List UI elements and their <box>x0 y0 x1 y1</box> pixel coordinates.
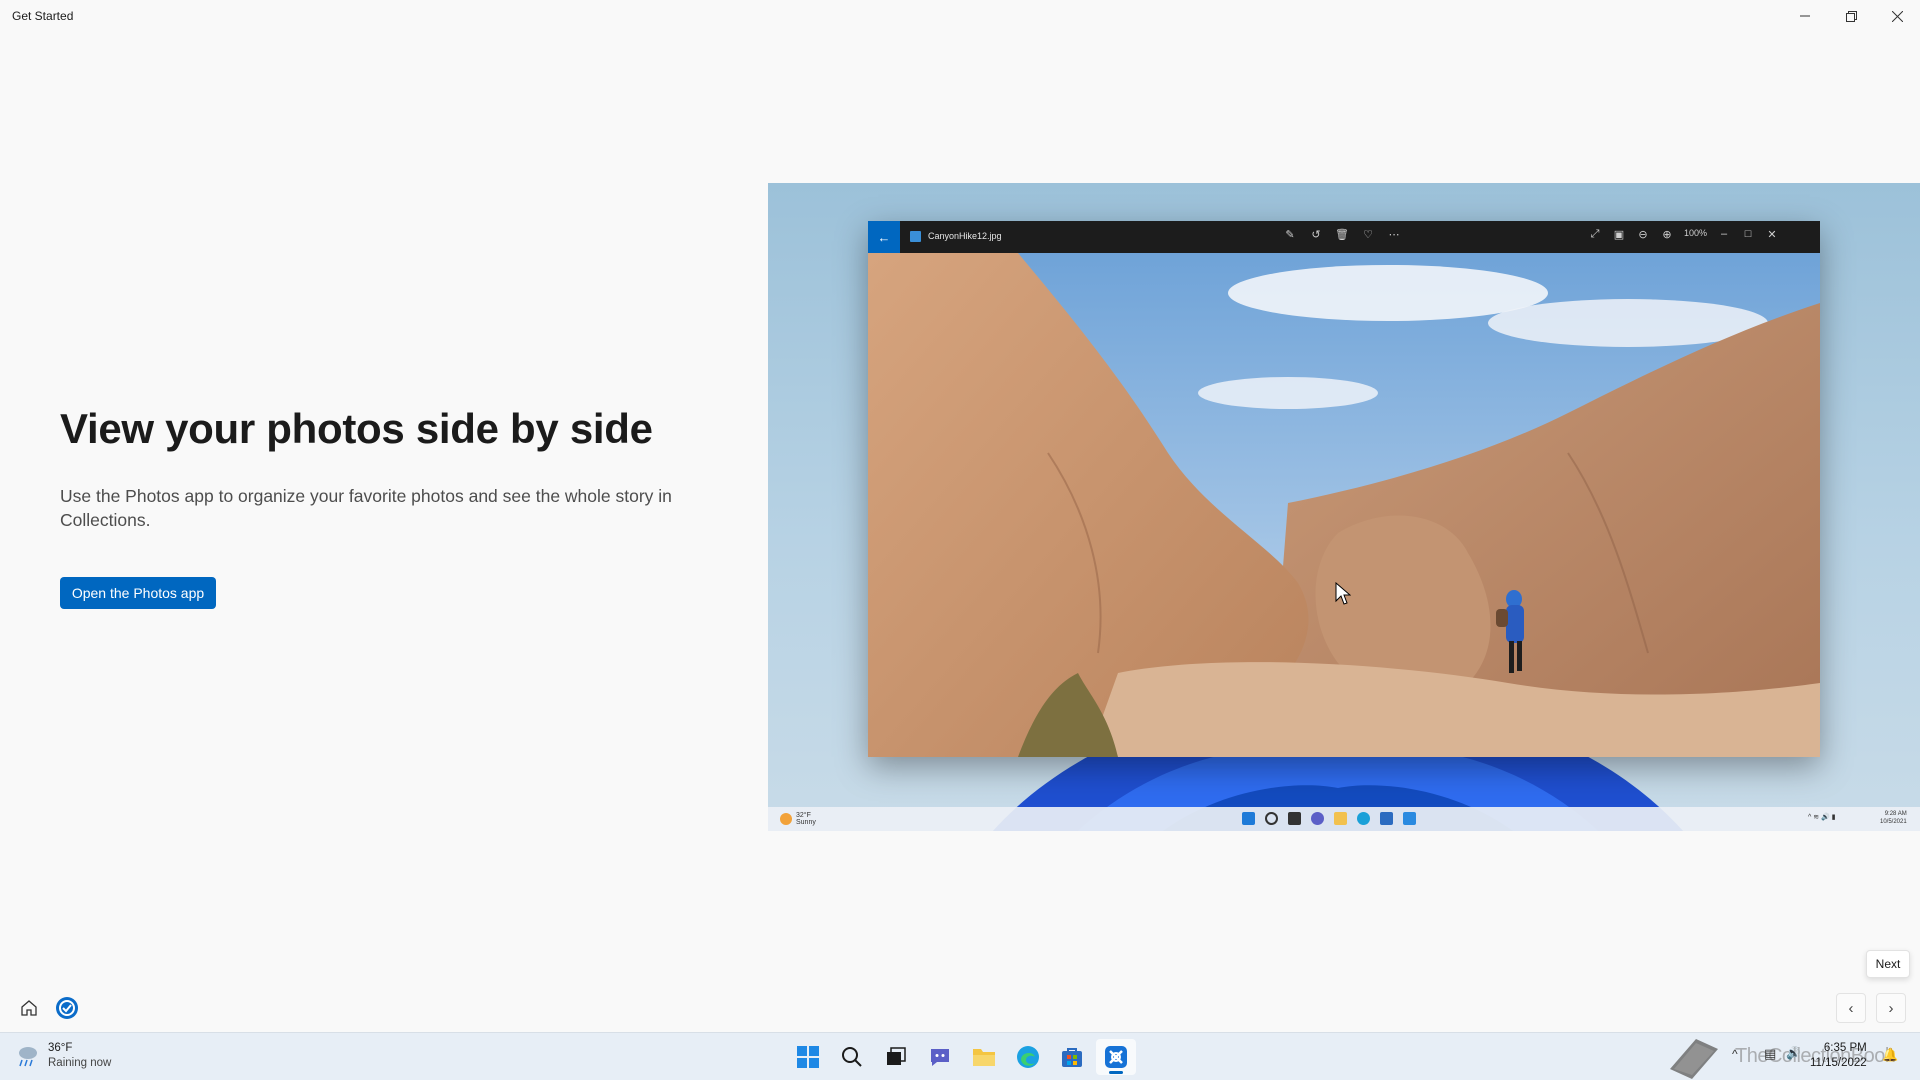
show-hidden-icons-button[interactable]: ^ <box>1732 1047 1738 1061</box>
photo-filename: CanyonHike12.jpg <box>928 231 1002 241</box>
edge-button[interactable] <box>1008 1039 1048 1075</box>
zoom-in-icon: ⊕ <box>1662 229 1672 241</box>
slideshow-icon: ▣ <box>1613 229 1625 241</box>
previous-button[interactable]: ‹ <box>1836 993 1866 1023</box>
weather-widget[interactable]: 36°F Raining now <box>14 1041 111 1071</box>
clock[interactable]: 6:35 PM 11/15/2022 <box>1810 1041 1867 1071</box>
delete-icon: 🗑 <box>1335 229 1349 241</box>
network-icon[interactable]: ▤ <box>1764 1046 1776 1062</box>
title-bar: Get Started <box>0 0 1920 32</box>
chat-button[interactable] <box>920 1039 960 1075</box>
open-photos-app-button[interactable]: Open the Photos app <box>60 577 216 609</box>
close-icon <box>1891 10 1903 22</box>
heart-icon: ♡ <box>1363 229 1373 241</box>
file-explorer-button[interactable] <box>964 1039 1004 1075</box>
windows-logo-icon <box>797 1046 819 1068</box>
weather-condition: Raining now <box>48 1057 112 1069</box>
clock-date: 11/15/2022 <box>1810 1057 1867 1069</box>
taskbar: 36°F Raining now TheCollectionBook ^ ▤ 🔊… <box>0 1032 1920 1080</box>
start-button[interactable] <box>788 1039 828 1075</box>
store-icon <box>1380 812 1393 825</box>
mini-taskbar: 32°F Sunny ^ ≋ 🔊 ▮ 9:28 AM 10/5/2021 <box>768 807 1920 831</box>
search-button[interactable] <box>832 1039 872 1075</box>
mini-weather: 32°F Sunny <box>780 812 816 826</box>
restore-button[interactable] <box>1828 0 1874 32</box>
home-button[interactable] <box>16 995 42 1021</box>
mini-condition: Sunny <box>796 819 816 826</box>
sun-icon <box>780 813 792 825</box>
zoom-out-icon: ⊖ <box>1638 229 1648 241</box>
search-icon <box>1265 812 1278 825</box>
store-button[interactable] <box>1052 1039 1092 1075</box>
restore-icon <box>1845 10 1857 22</box>
close-icon: ✕ <box>1767 229 1777 241</box>
home-icon <box>21 1000 37 1016</box>
mini-clock: 9:28 AM 10/5/2021 <box>1880 810 1907 826</box>
minimize-icon <box>1800 15 1810 17</box>
search-icon <box>842 1047 862 1067</box>
minimize-icon: – <box>1720 228 1728 240</box>
get-started-button[interactable] <box>1096 1039 1136 1075</box>
close-button[interactable] <box>1874 0 1920 32</box>
task-view-icon <box>1288 812 1301 825</box>
chevron-right-icon: › <box>1888 999 1894 1017</box>
hero-image: ← CanyonHike12.jpg ✎ ↺ 🗑 ♡ ⋯ ⤢ ▣ ⊖ ⊕ 100… <box>768 183 1920 831</box>
folder-icon <box>1334 812 1347 825</box>
minimize-button[interactable] <box>1782 0 1828 32</box>
rain-cloud-icon <box>19 1047 37 1067</box>
teams-chat-icon <box>931 1049 949 1066</box>
tips-icon <box>56 997 78 1019</box>
weather-temperature: 36°F <box>48 1042 73 1054</box>
next-button[interactable]: › <box>1876 993 1906 1023</box>
book-watermark-icon <box>1670 1039 1718 1079</box>
mini-taskbar-apps <box>1242 812 1416 825</box>
notification-icon[interactable]: 🔔 <box>1882 1047 1898 1063</box>
clock-time: 6:35 PM <box>1823 1042 1867 1054</box>
window-title: Get Started <box>12 9 74 23</box>
task-view-button[interactable] <box>876 1039 916 1075</box>
photos-icon <box>1403 812 1416 825</box>
edit-icon: ✎ <box>1285 229 1295 241</box>
store-icon <box>1062 1048 1082 1067</box>
mini-date: 10/5/2021 <box>1880 819 1907 825</box>
rotate-icon: ↺ <box>1311 229 1321 241</box>
photos-toolbar: ✎ ↺ 🗑 ♡ ⋯ <box>1283 228 1401 241</box>
photos-view-controls: ⤢ ▣ ⊖ ⊕ 100% – □ ✕ <box>1588 228 1779 241</box>
mini-tray-icons: ^ ≋ 🔊 ▮ <box>1808 814 1836 821</box>
back-icon: ← <box>868 221 900 253</box>
maximize-icon: □ <box>1744 228 1752 240</box>
taskbar-apps <box>788 1039 1136 1075</box>
folder-icon <box>973 1049 995 1066</box>
more-icon: ⋯ <box>1388 229 1400 241</box>
mini-time: 9:28 AM <box>1884 811 1907 817</box>
photos-app-window: ← CanyonHike12.jpg ✎ ↺ 🗑 ♡ ⋯ ⤢ ▣ ⊖ ⊕ 100… <box>868 221 1820 757</box>
image-file-icon <box>910 231 921 242</box>
edge-icon <box>1357 812 1370 825</box>
next-tooltip: Next <box>1866 950 1910 978</box>
chat-icon <box>1311 812 1324 825</box>
windows-icon <box>1242 812 1255 825</box>
volume-icon[interactable]: 🔊 <box>1786 1046 1801 1060</box>
zoom-level: 100% <box>1684 228 1708 238</box>
chevron-left-icon: ‹ <box>1848 999 1854 1017</box>
page-heading: View your photos side by side <box>60 405 653 452</box>
photos-title-bar: ← CanyonHike12.jpg ✎ ↺ 🗑 ♡ ⋯ ⤢ ▣ ⊖ ⊕ 100… <box>868 221 1820 253</box>
task-view-icon <box>887 1047 906 1065</box>
page-description: Use the Photos app to organize your favo… <box>60 486 672 530</box>
edge-icon <box>1017 1046 1039 1068</box>
mouse-cursor-icon <box>1335 582 1351 605</box>
fullscreen-icon: ⤢ <box>1590 228 1600 240</box>
tips-button[interactable] <box>54 995 80 1021</box>
mini-temperature: 32°F <box>796 812 811 819</box>
canyon-photo <box>868 253 1820 757</box>
get-started-icon <box>1105 1046 1127 1068</box>
